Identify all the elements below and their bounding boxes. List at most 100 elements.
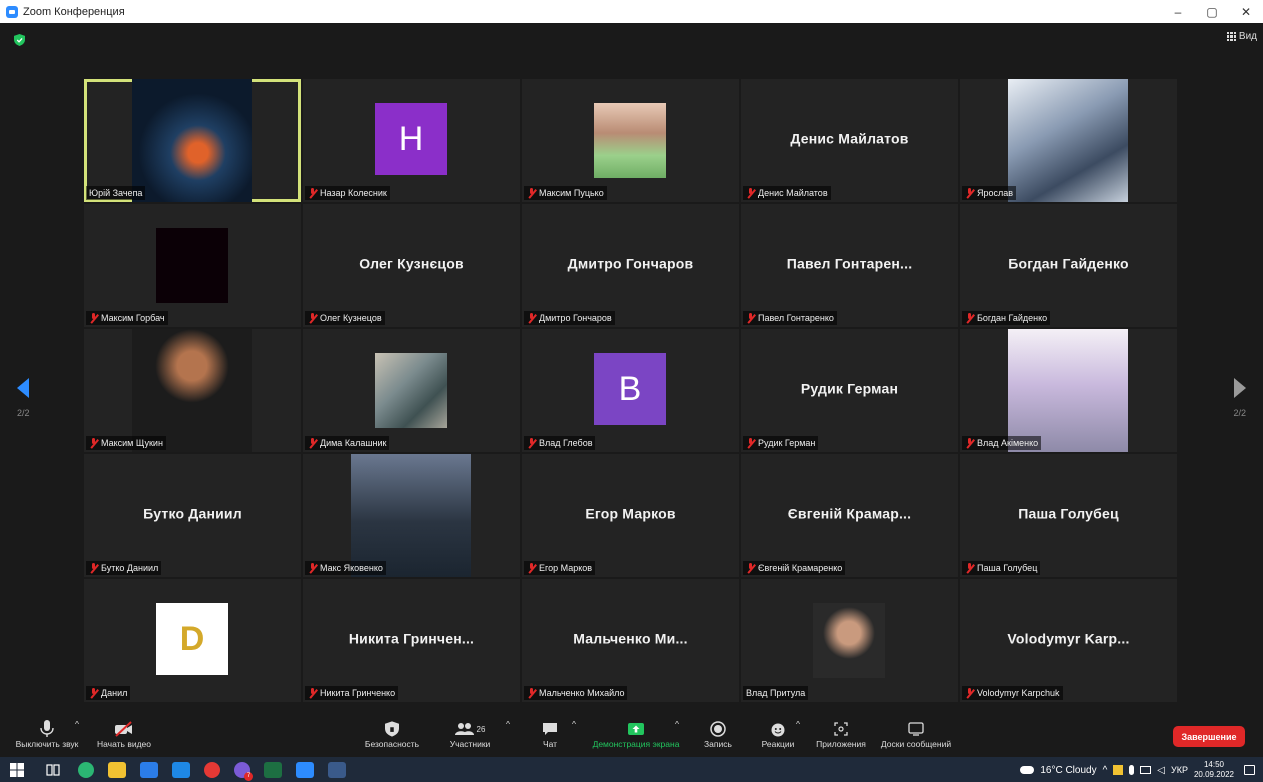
end-meeting-button[interactable]: Завершение xyxy=(1173,726,1245,747)
participant-name: Мальченко Михайло xyxy=(539,688,625,698)
participant-tile[interactable]: Павел Гонтарен... Павел Гонтаренко xyxy=(741,204,958,327)
tray-mic-icon[interactable] xyxy=(1129,765,1135,775)
participant-tile[interactable]: Мальченко Ми... Мальченко Михайло xyxy=(522,579,739,702)
tray-chevron-icon[interactable]: ^ xyxy=(1103,765,1108,776)
file-explorer-icon[interactable] xyxy=(108,761,126,778)
participant-tile[interactable]: Макс Яковенко xyxy=(303,454,520,577)
windows-start-icon[interactable] xyxy=(10,762,24,777)
title-bar: Zoom Конференция – ▢ ✕ xyxy=(0,0,1263,23)
whiteboards-button[interactable]: Доски сообщений xyxy=(876,719,956,749)
participant-tile[interactable]: Олег Кузнєцов Олег Кузнецов xyxy=(303,204,520,327)
participant-name: Влад Притула xyxy=(746,688,806,698)
participant-tile[interactable]: Євгеній Крамар... Євгеній Крамаренко xyxy=(741,454,958,577)
participant-tile[interactable]: H Назар Колесник xyxy=(303,79,520,202)
restore-button[interactable]: ▢ xyxy=(1195,5,1229,19)
participant-display-name: Volodymyr Karp... xyxy=(1007,630,1130,647)
microphone-icon xyxy=(10,719,84,739)
participant-tile[interactable]: Максим Пуцько xyxy=(522,79,739,202)
viber-icon[interactable]: 7 xyxy=(234,761,253,781)
mail-icon[interactable] xyxy=(172,761,190,778)
participant-tile[interactable]: Паша Голубец Паша Голубец xyxy=(960,454,1177,577)
muted-microphone-icon xyxy=(527,188,536,198)
weather-text[interactable]: 16°C Cloudy xyxy=(1040,765,1096,776)
whiteboard-icon xyxy=(876,719,956,739)
previous-page-button[interactable]: 2/2 xyxy=(17,378,30,418)
minimize-button[interactable]: – xyxy=(1161,5,1195,19)
reactions-button[interactable]: Реакции xyxy=(756,719,800,749)
security-button[interactable]: Безопасность xyxy=(355,719,429,749)
participant-video xyxy=(132,329,252,452)
task-view-icon[interactable] xyxy=(46,763,60,777)
participant-display-name: Євгеній Крамар... xyxy=(787,505,912,522)
participants-caret[interactable]: ^ xyxy=(506,719,510,729)
apps-button[interactable]: Приложения xyxy=(812,719,870,749)
participant-video xyxy=(1008,329,1128,452)
notifications-icon[interactable] xyxy=(1244,765,1255,775)
participant-tile[interactable]: Ярослав xyxy=(960,79,1177,202)
participant-tile[interactable]: Влад Притула xyxy=(741,579,958,702)
share-screen-button[interactable]: Демонстрация экрана xyxy=(588,719,684,749)
meeting-area: Вид 2/2 2/2 Юрій Зачепа H Назар Колесник Ма… xyxy=(0,23,1263,715)
notification-badge: 7 xyxy=(244,771,253,781)
clock-time: 14:50 xyxy=(1203,760,1224,769)
share-screen-caret[interactable]: ^ xyxy=(675,719,679,729)
store-icon[interactable] xyxy=(140,761,158,778)
participant-name: Максим Пуцько xyxy=(539,188,604,198)
zoom-taskbar-icon[interactable] xyxy=(296,761,314,778)
participant-tile[interactable]: Богдан Гайденко Богдан Гайденко xyxy=(960,204,1177,327)
start-video-button[interactable]: Начать видео xyxy=(92,719,156,749)
muted-microphone-icon xyxy=(746,313,755,323)
participant-tile[interactable]: Дмитро Гончаров Дмитро Гончаров xyxy=(522,204,739,327)
participant-name: Макс Яковенко xyxy=(320,563,383,573)
participant-name-label: Ярослав xyxy=(962,186,1017,200)
participant-tile[interactable]: Volodymyr Karp... Volodymyr Karpchuk xyxy=(960,579,1177,702)
participant-tile[interactable]: D Данил xyxy=(84,579,301,702)
muted-microphone-icon xyxy=(746,563,755,573)
tray-app-icon[interactable] xyxy=(1113,765,1124,775)
chrome-icon[interactable] xyxy=(204,761,220,778)
edge-browser-icon[interactable] xyxy=(78,761,94,778)
participant-name: Олег Кузнецов xyxy=(320,313,382,323)
encryption-shield-icon[interactable] xyxy=(14,34,25,46)
participant-tile[interactable]: Егор Марков Егор Марков xyxy=(522,454,739,577)
volume-icon[interactable]: ◁ xyxy=(1157,765,1165,776)
language-indicator[interactable]: УКР xyxy=(1171,765,1188,775)
clock[interactable]: 14:50 20.09.2022 xyxy=(1194,760,1234,780)
meeting-toolbar: Выключить звук ^ Начать видео Безопаснос… xyxy=(0,715,1263,757)
audio-options-caret[interactable]: ^ xyxy=(75,719,79,729)
participant-name: Влад Глебов xyxy=(539,438,593,448)
reactions-caret[interactable]: ^ xyxy=(796,719,800,729)
muted-microphone-icon xyxy=(527,313,536,323)
participant-tile[interactable]: Никита Гринчен... Никита Гринченко xyxy=(303,579,520,702)
apps-label: Приложения xyxy=(816,739,866,749)
security-shield-icon xyxy=(355,719,429,739)
record-button[interactable]: Запись xyxy=(696,719,740,749)
next-page-button[interactable]: 2/2 xyxy=(1233,378,1246,418)
view-button[interactable]: Вид xyxy=(1226,31,1257,42)
app-taskbar-icon[interactable] xyxy=(328,761,346,778)
participant-name-label: Мальченко Михайло xyxy=(524,686,628,700)
network-icon[interactable] xyxy=(1140,766,1152,774)
close-button[interactable]: ✕ xyxy=(1229,5,1263,19)
chat-button[interactable]: Чат xyxy=(530,719,570,749)
excel-icon[interactable] xyxy=(264,761,282,778)
participant-tile[interactable]: Влад Акіменко xyxy=(960,329,1177,452)
participant-name: Максим Горбач xyxy=(101,313,165,323)
reactions-smiley-icon xyxy=(756,719,800,739)
participant-name: Данил xyxy=(101,688,128,698)
muted-microphone-icon xyxy=(89,688,98,698)
participant-tile[interactable]: Юрій Зачепа xyxy=(84,79,301,202)
arrow-right-icon xyxy=(1233,378,1246,398)
participant-tile[interactable]: B Влад Глебов xyxy=(522,329,739,452)
participant-tile[interactable]: Денис Майлатов Денис Майлатов xyxy=(741,79,958,202)
participant-tile[interactable]: Рудик Герман Рудик Герман xyxy=(741,329,958,452)
participant-tile[interactable]: Бутко Даниил Бутко Даниил xyxy=(84,454,301,577)
participant-tile[interactable]: Максим Щукин xyxy=(84,329,301,452)
mute-button[interactable]: Выключить звук xyxy=(10,719,84,749)
participant-video xyxy=(1008,79,1128,202)
participant-name-label: Максим Горбач xyxy=(86,311,168,325)
participant-tile[interactable]: Дима Калашник xyxy=(303,329,520,452)
chat-caret[interactable]: ^ xyxy=(572,719,576,729)
participant-tile[interactable]: Максим Горбач xyxy=(84,204,301,327)
participants-button[interactable]: 26 Участники xyxy=(440,719,500,749)
